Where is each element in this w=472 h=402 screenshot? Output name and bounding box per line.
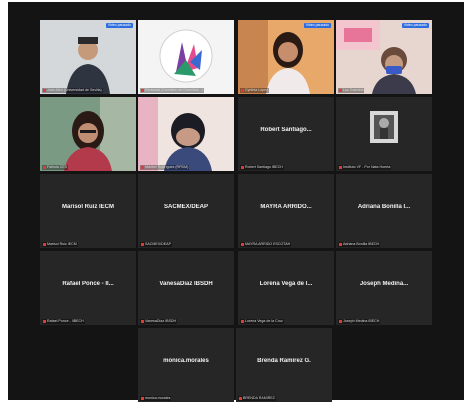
participant-tile[interactable]: Brenda Ramírez G. BRENDA RAMIREZ bbox=[236, 328, 332, 402]
muted-mic-icon bbox=[141, 165, 144, 169]
participant-tile[interactable]: Video pausado Juan Aleo (Universidad de S… bbox=[40, 20, 136, 94]
muted-mic-icon bbox=[339, 319, 342, 323]
participant-tile[interactable]: Rafael Ponce - II... Rafael Ponce - IIBEC… bbox=[40, 251, 136, 325]
participant-label: SACMEX/DEAP bbox=[140, 242, 172, 247]
participant-name: Marisol Ruiz IECM bbox=[61, 204, 114, 210]
participant-name: Brenda Ramírez G. bbox=[257, 358, 311, 364]
participant-name: Lorena Vega de l... bbox=[259, 281, 313, 287]
muted-mic-icon bbox=[141, 319, 144, 323]
participant-label-text: BRENDA RAMIREZ bbox=[243, 396, 275, 400]
participant-name: Rafael Ponce - II... bbox=[62, 281, 114, 287]
video-feed bbox=[138, 97, 234, 171]
participant-label: Joseph Medina IBECH bbox=[338, 319, 381, 324]
participant-tile[interactable]: monica.morales monica.morales bbox=[138, 328, 234, 402]
participant-tile[interactable]: MAYRA ARRIDO... MAYRA ARRIDO ESCOTAH bbox=[238, 174, 334, 248]
participant-tile[interactable]: Fabiola CES bbox=[40, 97, 136, 171]
muted-mic-icon bbox=[141, 88, 144, 92]
muted-mic-icon bbox=[239, 396, 242, 400]
participant-label: Luz Gabriela bbox=[338, 88, 365, 93]
participant-name: Robert Santiago... bbox=[260, 127, 312, 133]
participant-label-text: Rafael Ponce - IIBECH bbox=[47, 319, 84, 323]
participant-label-text: Luz Gabriela bbox=[343, 88, 364, 92]
participant-label: Juan Aleo (Universidad de Sevilla) bbox=[42, 88, 103, 93]
participant-label: Maribel Rodríguez (RPDM) bbox=[140, 165, 190, 170]
participant-label: BRENDA RAMIREZ bbox=[238, 396, 276, 401]
participant-label: Personas (Comisión de Derechos...) bbox=[140, 88, 204, 93]
participant-label-text: Juan Aleo (Universidad de Sevilla) bbox=[47, 88, 102, 92]
participant-label: monica.morales bbox=[140, 396, 172, 401]
video-feed bbox=[40, 20, 136, 94]
participant-label-text: SACMEX/DEAP bbox=[145, 242, 171, 246]
participant-name: Joseph Medina... bbox=[359, 281, 409, 287]
participant-label-text: Cynthia López bbox=[245, 88, 268, 92]
participant-label: Cynthia López bbox=[240, 88, 269, 93]
participant-tile[interactable]: Adriana Bonilla I... Adriana Bonilla IBEC… bbox=[336, 174, 432, 248]
participant-tile[interactable]: Lorena Vega de l... Lorena Vega de la Cru… bbox=[238, 251, 334, 325]
participant-name: SACMEX/DEAP bbox=[163, 204, 208, 210]
participant-label-text: MAYRA ARRIDO ESCOTAH bbox=[245, 242, 291, 246]
participant-tile[interactable]: Maribel Rodríguez (RPDM) bbox=[138, 97, 234, 171]
participant-label-text: Lorena Vega de la Cruz bbox=[245, 319, 283, 323]
video-gallery: Video pausado Juan Aleo (Universidad de S… bbox=[8, 2, 464, 402]
muted-mic-icon bbox=[241, 242, 244, 246]
participant-tile[interactable]: Marisol Ruiz IECM Marisol Ruiz IECM bbox=[40, 174, 136, 248]
participant-label: Lorena Vega de la Cruz bbox=[240, 319, 284, 324]
video-status-badge: Video pausado bbox=[401, 23, 429, 28]
participant-tile[interactable]: Video pausado Luz Gabriela bbox=[336, 20, 432, 94]
participant-tile[interactable]: Personas (Comisión de Derechos...) bbox=[138, 20, 234, 94]
participant-label-text: Instituto VF - Por Nata Huerta bbox=[343, 165, 391, 169]
video-feed bbox=[336, 97, 432, 171]
muted-mic-icon bbox=[43, 88, 46, 92]
muted-mic-icon bbox=[241, 165, 244, 169]
participant-label: Marisol Ruiz IECM bbox=[42, 242, 78, 247]
muted-mic-icon bbox=[241, 88, 244, 92]
muted-mic-icon bbox=[339, 165, 342, 169]
video-feed bbox=[138, 20, 234, 94]
muted-mic-icon bbox=[141, 242, 144, 246]
participant-label-text: monica.morales bbox=[145, 396, 171, 400]
muted-mic-icon bbox=[241, 319, 244, 323]
participant-tile[interactable]: SACMEX/DEAP SACMEX/DEAP bbox=[138, 174, 234, 248]
muted-mic-icon bbox=[339, 88, 342, 92]
participant-tile[interactable]: Instituto VF - Por Nata Huerta bbox=[336, 97, 432, 171]
participant-label-text: Marisol Ruiz IECM bbox=[47, 242, 77, 246]
muted-mic-icon bbox=[43, 165, 46, 169]
participant-label-text: Joseph Medina IBECH bbox=[343, 319, 380, 323]
participant-label: Robert Santiago IBECH bbox=[240, 165, 284, 170]
participant-label-text: Maribel Rodríguez (RPDM) bbox=[145, 165, 189, 169]
participant-label: Adriana Bonilla IBECH bbox=[338, 242, 381, 247]
participant-name: Adriana Bonilla I... bbox=[357, 204, 411, 210]
participant-tile[interactable]: Robert Santiago... Robert Santiago IBECH bbox=[238, 97, 334, 171]
muted-mic-icon bbox=[339, 242, 342, 246]
muted-mic-icon bbox=[43, 242, 46, 246]
participant-label: Instituto VF - Por Nata Huerta bbox=[338, 165, 392, 170]
participant-name: MAYRA ARRIDO... bbox=[260, 204, 312, 210]
participant-label: Rafael Ponce - IIBECH bbox=[42, 319, 85, 324]
video-status-badge: Video pausado bbox=[105, 23, 133, 28]
video-status-badge: Video pausado bbox=[303, 23, 331, 28]
participant-name: VanesaDiaz IBSDH bbox=[159, 281, 213, 287]
participant-label: Fabiola CES bbox=[42, 165, 69, 170]
video-feed bbox=[40, 97, 136, 171]
participant-label: MAYRA ARRIDO ESCOTAH bbox=[240, 242, 292, 247]
video-feed bbox=[238, 20, 334, 94]
participant-label: VanesaDiaz IBSDH bbox=[140, 319, 178, 324]
participant-name: monica.morales bbox=[163, 358, 209, 364]
participant-label-text: Robert Santiago IBECH bbox=[245, 165, 283, 169]
participant-label-text: Adriana Bonilla IBECH bbox=[343, 242, 380, 246]
participant-tile[interactable]: Video pausado Cynthia López bbox=[238, 20, 334, 94]
participant-label-text: VanesaDiaz IBSDH bbox=[145, 319, 177, 323]
participant-label-text: Personas (Comisión de Derechos...) bbox=[145, 88, 203, 92]
participant-tile[interactable]: Joseph Medina... Joseph Medina IBECH bbox=[336, 251, 432, 325]
participant-label-text: Fabiola CES bbox=[47, 165, 68, 169]
muted-mic-icon bbox=[141, 396, 144, 400]
participant-tile[interactable]: VanesaDiaz IBSDH VanesaDiaz IBSDH bbox=[138, 251, 234, 325]
muted-mic-icon bbox=[43, 319, 46, 323]
video-feed bbox=[336, 20, 432, 94]
